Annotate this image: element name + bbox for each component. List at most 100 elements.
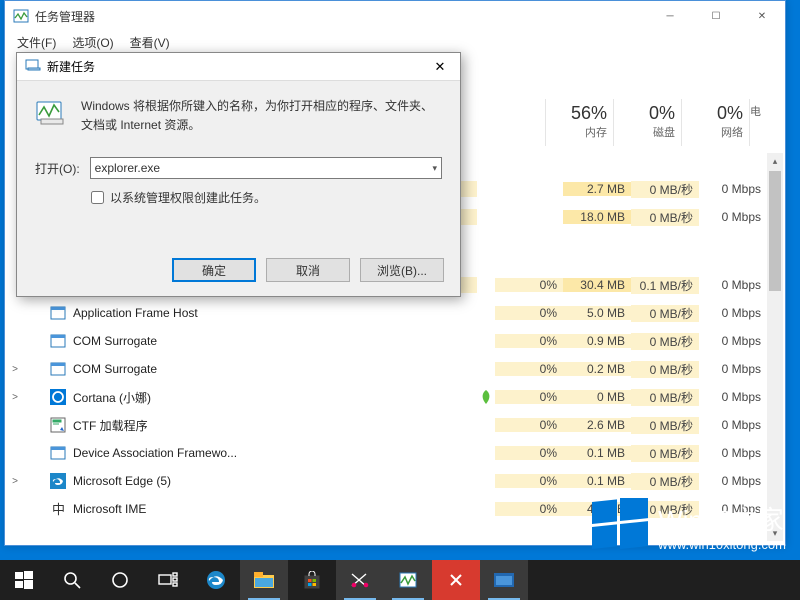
net-cell: 0 Mbps [699,446,767,460]
dialog-close-button[interactable]: ✕ [420,53,460,81]
expand-toggle[interactable]: > [5,364,25,375]
cpu-cell: 0% [495,362,563,376]
disk-cell: 0 MB/秒 [631,473,699,490]
dialog-description: Windows 将根据你所键入的名称，为你打开相应的程序、文件夹、文档或 Int… [81,97,442,135]
net-cell: 0 Mbps [699,306,767,320]
browse-button[interactable]: 浏览(B)... [360,258,444,282]
process-row[interactable]: >Cortana (小娜)0%0 MB0 MB/秒0 Mbps [5,383,767,411]
run-dialog-icon [25,57,41,76]
process-name: Cortana (小娜) [25,389,477,406]
col-extra[interactable]: 电 [749,99,767,146]
ok-button[interactable]: 确定 [172,258,256,282]
column-headers: 56%内存 0%磁盘 0%网络 电 [545,99,767,146]
disk-cell: 0.1 MB/秒 [631,277,699,294]
cpu-cell: 0% [495,306,563,320]
process-icon [49,445,67,461]
disk-cell: 0 MB/秒 [631,305,699,322]
mem-cell: 2.7 MB [563,182,631,196]
cpu-cell: 0% [495,446,563,460]
taskbar-snipping[interactable] [336,560,384,600]
taskbar-explorer[interactable] [240,560,288,600]
menu-options[interactable]: 选项(O) [66,32,119,53]
cpu-cell: 0% [495,390,563,404]
open-combobox[interactable]: explorer.exe ▾ [90,157,442,179]
process-row[interactable]: >COM Surrogate0%0.2 MB0 MB/秒0 Mbps [5,355,767,383]
task-view-icon[interactable] [144,560,192,600]
process-icon [49,473,67,489]
process-row[interactable]: >Microsoft Edge (5) 0%0.1 MB0 MB/秒0 Mbps [5,467,767,495]
mem-cell: 0.1 MB [563,446,631,460]
taskbar-taskmgr[interactable] [384,560,432,600]
vertical-scrollbar[interactable]: ▴ ▾ [767,153,783,541]
mem-cell: 18.0 MB [563,210,631,224]
col-disk[interactable]: 0%磁盘 [613,99,681,146]
close-button[interactable]: ✕ [739,1,785,31]
chevron-down-icon[interactable]: ▾ [432,163,437,174]
disk-cell: 0 MB/秒 [631,389,699,406]
disk-cell: 0 MB/秒 [631,181,699,198]
open-value: explorer.exe [95,161,160,175]
net-cell: 0 Mbps [699,278,767,292]
process-icon [49,305,67,321]
process-row[interactable]: Device Association Framewo...0%0.1 MB0 M… [5,439,767,467]
net-cell: 0 Mbps [699,474,767,488]
cortana-icon[interactable] [96,560,144,600]
process-name: COM Surrogate [25,333,477,349]
watermark-url: www.win10xitong.com [658,537,786,552]
watermark: Win10之家 www.win10xitong.com [592,498,786,554]
titlebar[interactable]: 任务管理器 ─ ☐ ✕ [5,1,785,31]
net-cell: 0 Mbps [699,390,767,404]
svg-text:中: 中 [52,502,65,517]
cpu-cell: 0% [495,418,563,432]
menu-file[interactable]: 文件(F) [11,32,62,53]
process-icon [49,417,67,433]
taskbar-app-window[interactable] [480,560,528,600]
cpu-cell: 0% [495,334,563,348]
search-icon[interactable] [48,560,96,600]
window-title: 任务管理器 [35,8,647,25]
cpu-cell: 0% [495,474,563,488]
disk-cell: 0 MB/秒 [631,333,699,350]
menubar: 文件(F) 选项(O) 查看(V) [5,31,785,53]
process-icon [49,361,67,377]
net-cell: 0 Mbps [699,334,767,348]
col-memory[interactable]: 56%内存 [545,99,613,146]
scrollbar-thumb[interactable] [769,171,781,291]
maximize-button[interactable]: ☐ [693,1,739,31]
mem-cell: 0.2 MB [563,362,631,376]
expand-toggle[interactable]: > [5,392,25,403]
process-row[interactable]: CTF 加载程序0%2.6 MB0 MB/秒0 Mbps [5,411,767,439]
leaf-icon [477,390,495,404]
process-icon [49,389,67,405]
disk-cell: 0 MB/秒 [631,361,699,378]
dialog-titlebar[interactable]: 新建任务 ✕ [17,53,460,81]
mem-cell: 0.1 MB [563,474,631,488]
windows-logo-icon [592,498,648,554]
task-manager-icon [13,8,29,24]
process-name: Microsoft Edge (5) [25,473,477,489]
process-name: CTF 加载程序 [25,417,477,434]
cpu-cell: 0% [495,278,563,292]
open-label: 打开(O): [35,160,80,177]
cancel-button[interactable]: 取消 [266,258,350,282]
taskbar-edge[interactable] [192,560,240,600]
admin-label: 以系统管理权限创建此任务。 [110,189,266,206]
process-name: Application Frame Host [25,305,477,321]
mem-cell: 2.6 MB [563,418,631,432]
process-row[interactable]: Application Frame Host0%5.0 MB0 MB/秒0 Mb… [5,299,767,327]
col-network[interactable]: 0%网络 [681,99,749,146]
disk-cell: 0 MB/秒 [631,209,699,226]
net-cell: 0 Mbps [699,210,767,224]
menu-view[interactable]: 查看(V) [124,32,176,53]
admin-checkbox[interactable] [91,191,104,204]
cpu-cell: 0% [495,502,563,516]
expand-toggle[interactable]: > [5,476,25,487]
process-row[interactable]: COM Surrogate 0%0.9 MB0 MB/秒0 Mbps [5,327,767,355]
taskbar-store[interactable] [288,560,336,600]
dialog-title: 新建任务 [47,58,95,75]
minimize-button[interactable]: ─ [647,1,693,31]
taskbar-close-app[interactable] [432,560,480,600]
start-button[interactable] [0,560,48,600]
mem-cell: 0.9 MB [563,334,631,348]
process-name: COM Surrogate [25,361,477,377]
